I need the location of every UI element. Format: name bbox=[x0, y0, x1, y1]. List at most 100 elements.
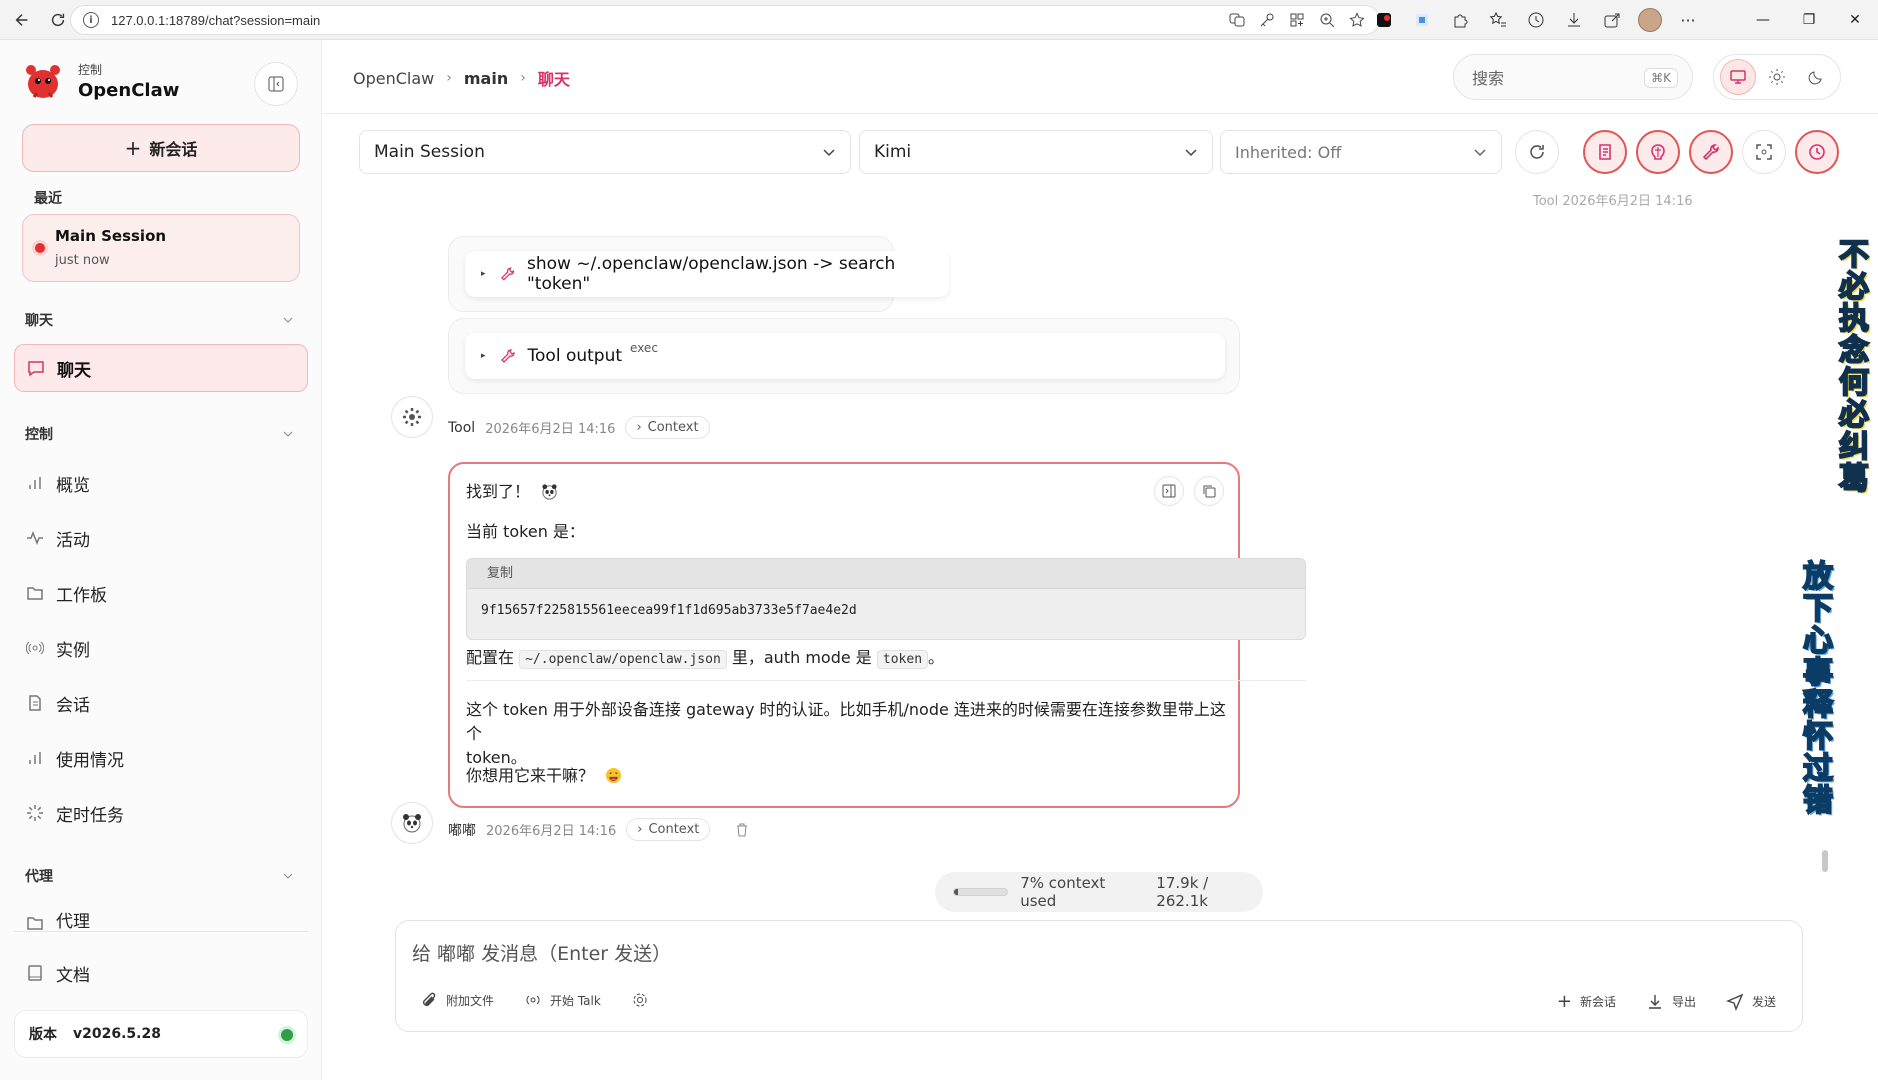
sidebar-item-activity[interactable]: 活动 bbox=[14, 514, 308, 562]
attach-file-button[interactable]: 附加文件 bbox=[420, 991, 494, 1009]
tool-message-meta: Tool 2026年6月2日 14:16 › Context bbox=[448, 416, 710, 439]
sidebar-item-workboard[interactable]: 工作板 bbox=[14, 569, 308, 617]
plus-icon: + bbox=[1556, 991, 1572, 1012]
export-label: 导出 bbox=[1671, 995, 1696, 1009]
start-talk-button[interactable]: 开始 Talk bbox=[524, 991, 601, 1009]
export-button[interactable]: 导出 bbox=[1646, 993, 1696, 1011]
extension-icon-1[interactable] bbox=[1372, 8, 1396, 32]
version-value: v2026.5.28 bbox=[73, 1026, 161, 1042]
sidebar-item-label: 实例 bbox=[56, 640, 90, 661]
sidebar-item-cron[interactable]: 定时任务 bbox=[14, 789, 308, 837]
chat-scrollbar[interactable] bbox=[1822, 850, 1828, 872]
schedule-button[interactable] bbox=[1795, 130, 1839, 174]
close-window-icon[interactable]: ✕ bbox=[1832, 0, 1878, 40]
status-dot bbox=[281, 1029, 293, 1041]
profile-avatar[interactable] bbox=[1638, 8, 1662, 32]
sidebar-item-instances[interactable]: 实例 bbox=[14, 624, 308, 672]
context-usage-indicator: 7% context used 17.9k / 262.1k bbox=[935, 872, 1263, 912]
reply-text: 里，auth mode 是 bbox=[731, 648, 872, 667]
sidebar-item-label: 工作板 bbox=[56, 585, 107, 606]
theme-dark-button[interactable] bbox=[1798, 59, 1834, 95]
open-sidebar-button[interactable] bbox=[1154, 476, 1184, 506]
send-button[interactable]: 发送 bbox=[1726, 993, 1776, 1011]
assistant-avatar bbox=[391, 802, 433, 844]
composer-new-chat-button[interactable]: + 新会话 bbox=[1557, 991, 1616, 1012]
theme-light-button[interactable] bbox=[1759, 59, 1795, 95]
new-chat-label: 新会话 bbox=[149, 140, 198, 159]
sidebar-item-sessions[interactable]: 会话 bbox=[14, 679, 308, 727]
transcript-button[interactable] bbox=[1583, 130, 1627, 174]
tool-call-text: show ~/.openclaw/openclaw.json -> search… bbox=[526, 254, 896, 294]
context-button[interactable]: › Context bbox=[626, 818, 711, 841]
history-icon[interactable] bbox=[1524, 8, 1548, 32]
recent-session-item[interactable]: Main Session just now bbox=[22, 214, 300, 282]
reply-text: 这个 token 用于外部设备连接 gateway 时的认证。比如手机/node… bbox=[466, 700, 1226, 743]
thinking-button[interactable] bbox=[1636, 130, 1680, 174]
chevron-down-icon[interactable] bbox=[282, 314, 294, 326]
tool-output-summary[interactable]: ▸ Tool output exec bbox=[465, 333, 1225, 379]
copy-code-button[interactable]: 复制 bbox=[467, 559, 1305, 589]
translate-icon[interactable] bbox=[1227, 10, 1247, 30]
address-bar[interactable]: i 127.0.0.1:18789/chat?session=main bbox=[70, 5, 1380, 35]
context-usage-bar bbox=[953, 888, 1009, 896]
context-usage-fill bbox=[954, 889, 958, 895]
message-input[interactable] bbox=[412, 939, 1782, 969]
brand-name: OpenClaw bbox=[78, 80, 180, 101]
minimize-icon[interactable]: — bbox=[1740, 0, 1786, 40]
copy-message-button[interactable] bbox=[1194, 476, 1224, 506]
inherited-select[interactable]: Inherited: Off bbox=[1220, 130, 1502, 174]
download-icon[interactable] bbox=[1562, 8, 1586, 32]
breadcrumb-main[interactable]: main bbox=[464, 69, 508, 88]
session-select[interactable]: Main Session bbox=[359, 130, 851, 174]
model-select[interactable]: Kimi bbox=[859, 130, 1213, 174]
chevron-down-icon[interactable] bbox=[282, 428, 294, 440]
favorite-star-icon[interactable] bbox=[1347, 10, 1367, 30]
sidebar-item-chat[interactable]: 聊天 bbox=[14, 344, 308, 392]
chevron-down-icon[interactable] bbox=[282, 870, 294, 882]
site-info-icon[interactable]: i bbox=[83, 12, 99, 28]
share-icon[interactable] bbox=[1600, 8, 1624, 32]
tool-call-summary[interactable]: ▸ show ~/.openclaw/openclaw.json -> sear… bbox=[465, 251, 949, 297]
sidebar-item-overview[interactable]: 概览 bbox=[14, 459, 308, 507]
tools-button[interactable] bbox=[1689, 130, 1733, 174]
back-icon[interactable] bbox=[8, 6, 36, 34]
reply-divider bbox=[466, 680, 1306, 681]
composer-settings-button[interactable] bbox=[631, 991, 649, 1009]
tool-call-card: ▸ show ~/.openclaw/openclaw.json -> sear… bbox=[448, 236, 949, 312]
trash-icon[interactable] bbox=[734, 822, 750, 838]
sidebar-item-docs[interactable]: 文档 bbox=[14, 949, 308, 997]
collapse-sidebar-button[interactable] bbox=[254, 62, 298, 106]
new-chat-button[interactable]: + 新会话 bbox=[22, 124, 300, 172]
zoom-icon[interactable] bbox=[1317, 10, 1337, 30]
copy-code-label: 复制 bbox=[487, 566, 514, 581]
sidebar-item-label: 概览 bbox=[56, 475, 90, 496]
theme-system-button[interactable] bbox=[1719, 59, 1756, 95]
sidebar-item-label: 会话 bbox=[56, 695, 90, 716]
focus-button[interactable] bbox=[1742, 130, 1786, 174]
favorites-icon[interactable] bbox=[1486, 8, 1510, 32]
restore-icon[interactable]: ❐ bbox=[1786, 0, 1832, 40]
search-input[interactable]: 搜索 ⌘K bbox=[1453, 54, 1693, 100]
sidebar-item-label: 使用情况 bbox=[56, 750, 124, 771]
grinning-emoji-icon bbox=[606, 767, 622, 784]
chat-transcript[interactable]: Tool 2026年6月2日 14:16 ▸ show ~/.openclaw/… bbox=[323, 190, 1823, 880]
key-icon[interactable] bbox=[1257, 10, 1277, 30]
wrench-icon bbox=[500, 267, 514, 281]
composer-new-chat-label: 新会话 bbox=[1579, 995, 1616, 1009]
sidebar-item-usage[interactable]: 使用情况 bbox=[14, 734, 308, 782]
apps-icon[interactable] bbox=[1287, 10, 1307, 30]
attach-file-label: 附加文件 bbox=[446, 993, 495, 1008]
extensions-puzzle-icon[interactable] bbox=[1448, 8, 1472, 32]
refresh-button[interactable] bbox=[1515, 130, 1559, 174]
context-button[interactable]: › Context bbox=[625, 416, 710, 439]
extension-icon-2[interactable] bbox=[1410, 8, 1434, 32]
broadcast-icon bbox=[526, 995, 540, 1005]
gear-icon bbox=[403, 408, 421, 426]
wrench-icon bbox=[1702, 144, 1719, 161]
reload-icon[interactable] bbox=[44, 6, 72, 34]
more-menu-icon[interactable]: ··· bbox=[1676, 8, 1700, 32]
sidebar-item-agent[interactable]: 代理 bbox=[14, 902, 308, 932]
breadcrumb-root[interactable]: OpenClaw bbox=[353, 69, 434, 88]
message-time: 2026年6月2日 14:16 bbox=[485, 422, 616, 437]
copy-icon bbox=[1203, 485, 1216, 498]
